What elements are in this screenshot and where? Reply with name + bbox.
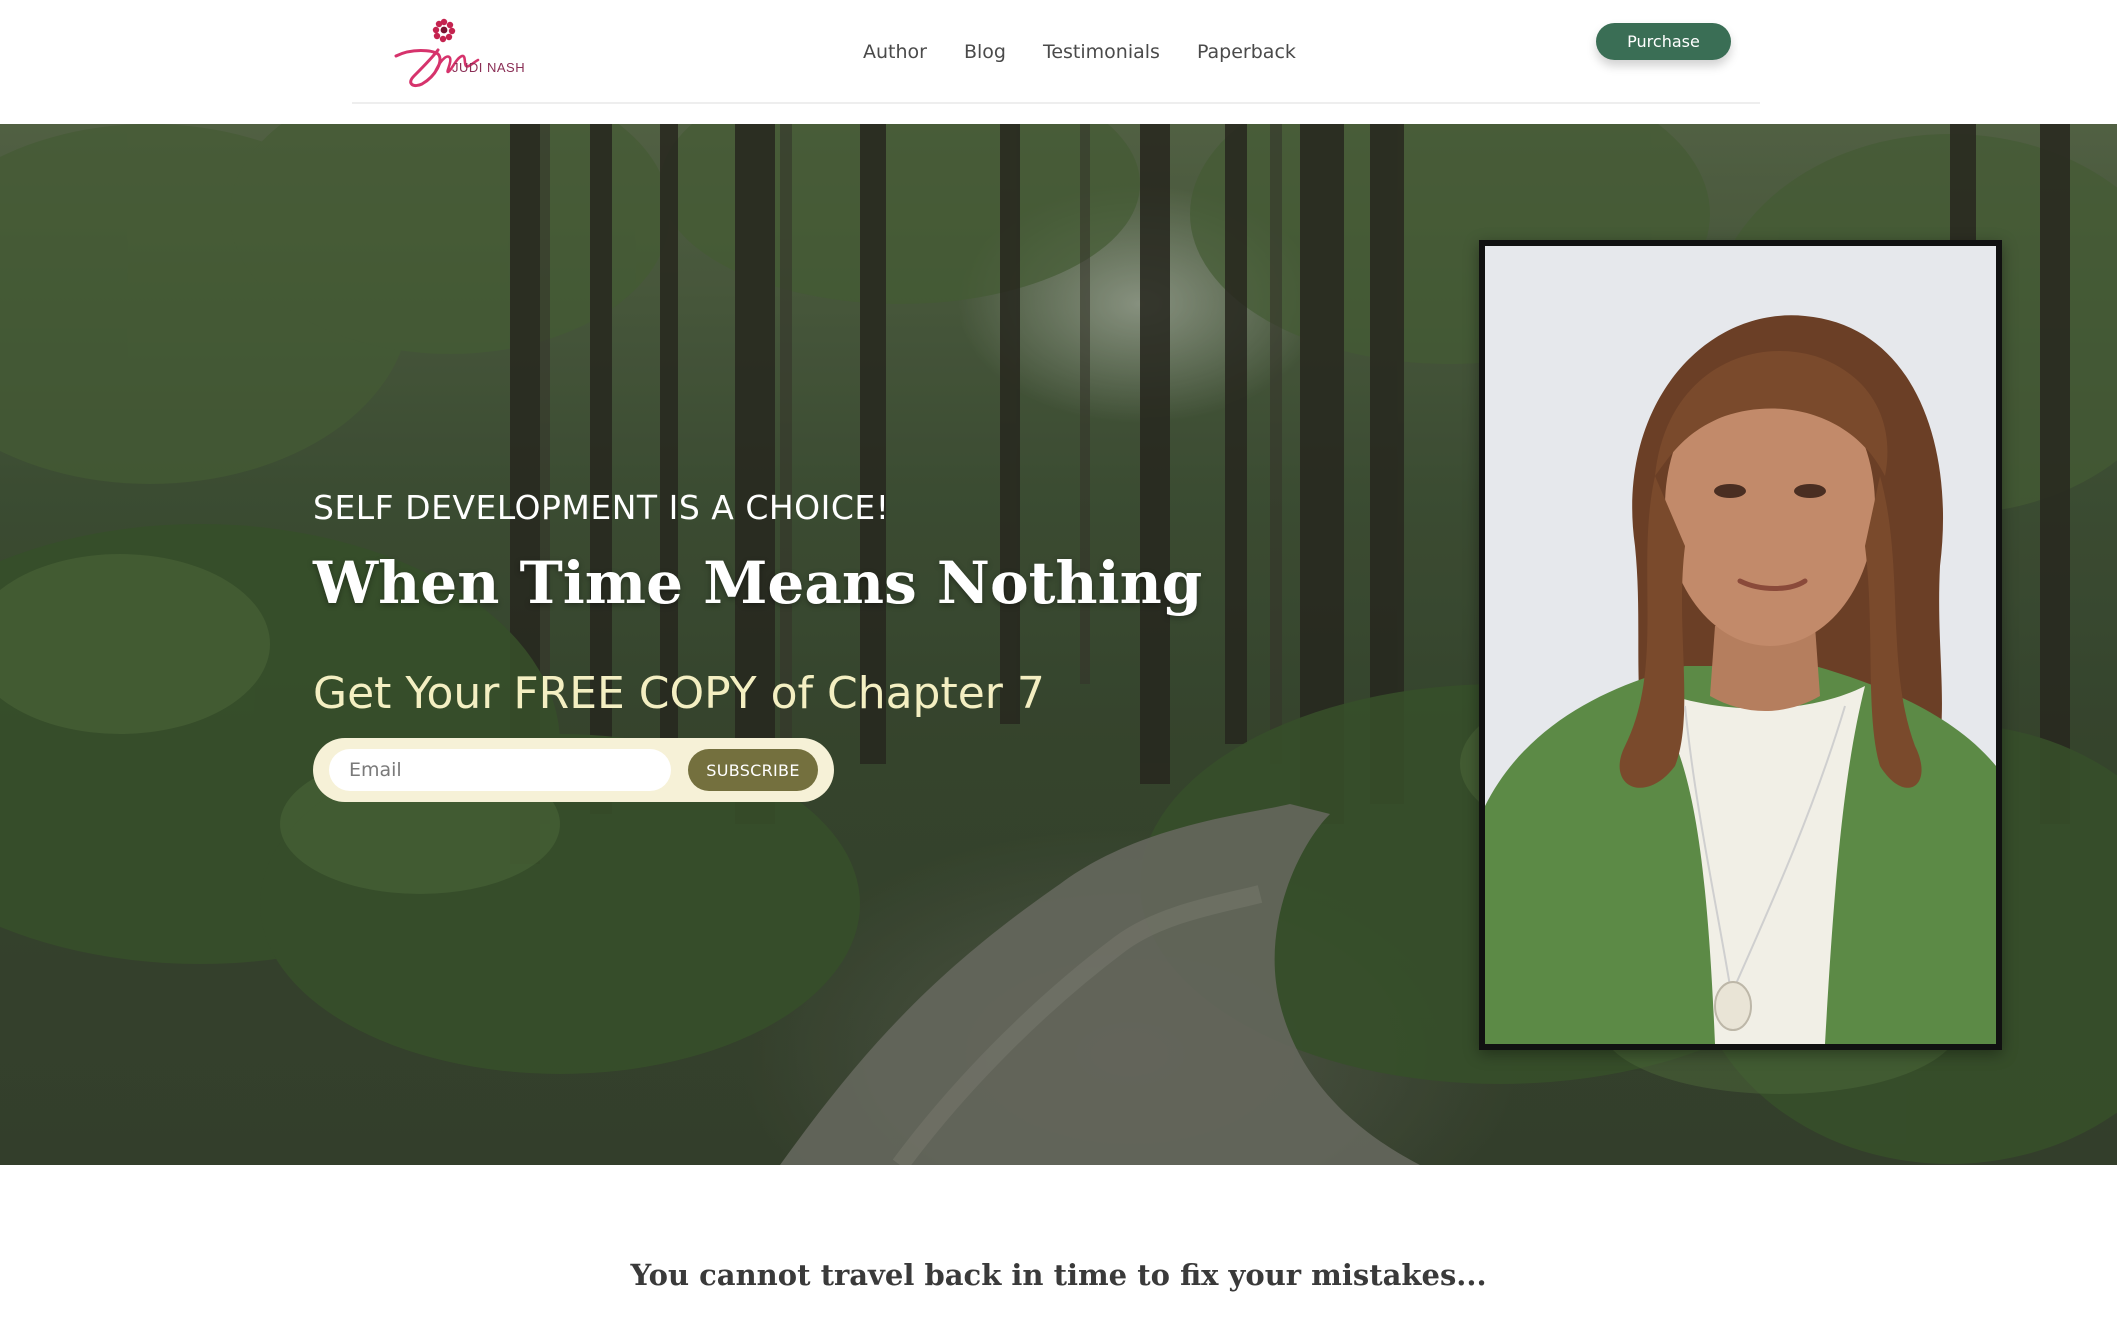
logo-mark — [394, 18, 480, 88]
section-tagline: You cannot travel back in time to fix yo… — [630, 1258, 1487, 1292]
nav-link-blog[interactable]: Blog — [964, 38, 1006, 66]
hero-offer-heading: Get Your FREE COPY of Chapter 7 — [313, 668, 1045, 719]
main-nav: Author Blog Testimonials Paperback — [863, 38, 1296, 66]
header-divider — [352, 102, 1760, 104]
nav-link-testimonials[interactable]: Testimonials — [1043, 38, 1160, 66]
purchase-button[interactable]: Purchase — [1596, 23, 1731, 60]
author-portrait-image — [1485, 246, 1996, 1044]
site-header: JUDI NASH Author Blog Testimonials Paper… — [0, 0, 2117, 124]
subscribe-button[interactable]: SUBSCRIBE — [688, 749, 818, 791]
hero-eyebrow: SELF DEVELOPMENT IS A CHOICE! — [313, 488, 890, 527]
subscribe-form: SUBSCRIBE — [313, 738, 834, 802]
author-photo — [1485, 246, 1996, 1044]
judi-nash-logo[interactable]: JUDI NASH — [392, 14, 542, 90]
logo-text: JUDI NASH — [452, 60, 526, 75]
author-portrait-frame — [1479, 240, 2002, 1050]
hero-title: When Time Means Nothing — [313, 549, 1203, 617]
hero-section: SELF DEVELOPMENT IS A CHOICE! When Time … — [0, 124, 2117, 1165]
email-input[interactable] — [329, 749, 671, 791]
nav-link-paperback[interactable]: Paperback — [1197, 38, 1296, 66]
nav-link-author[interactable]: Author — [863, 38, 927, 66]
